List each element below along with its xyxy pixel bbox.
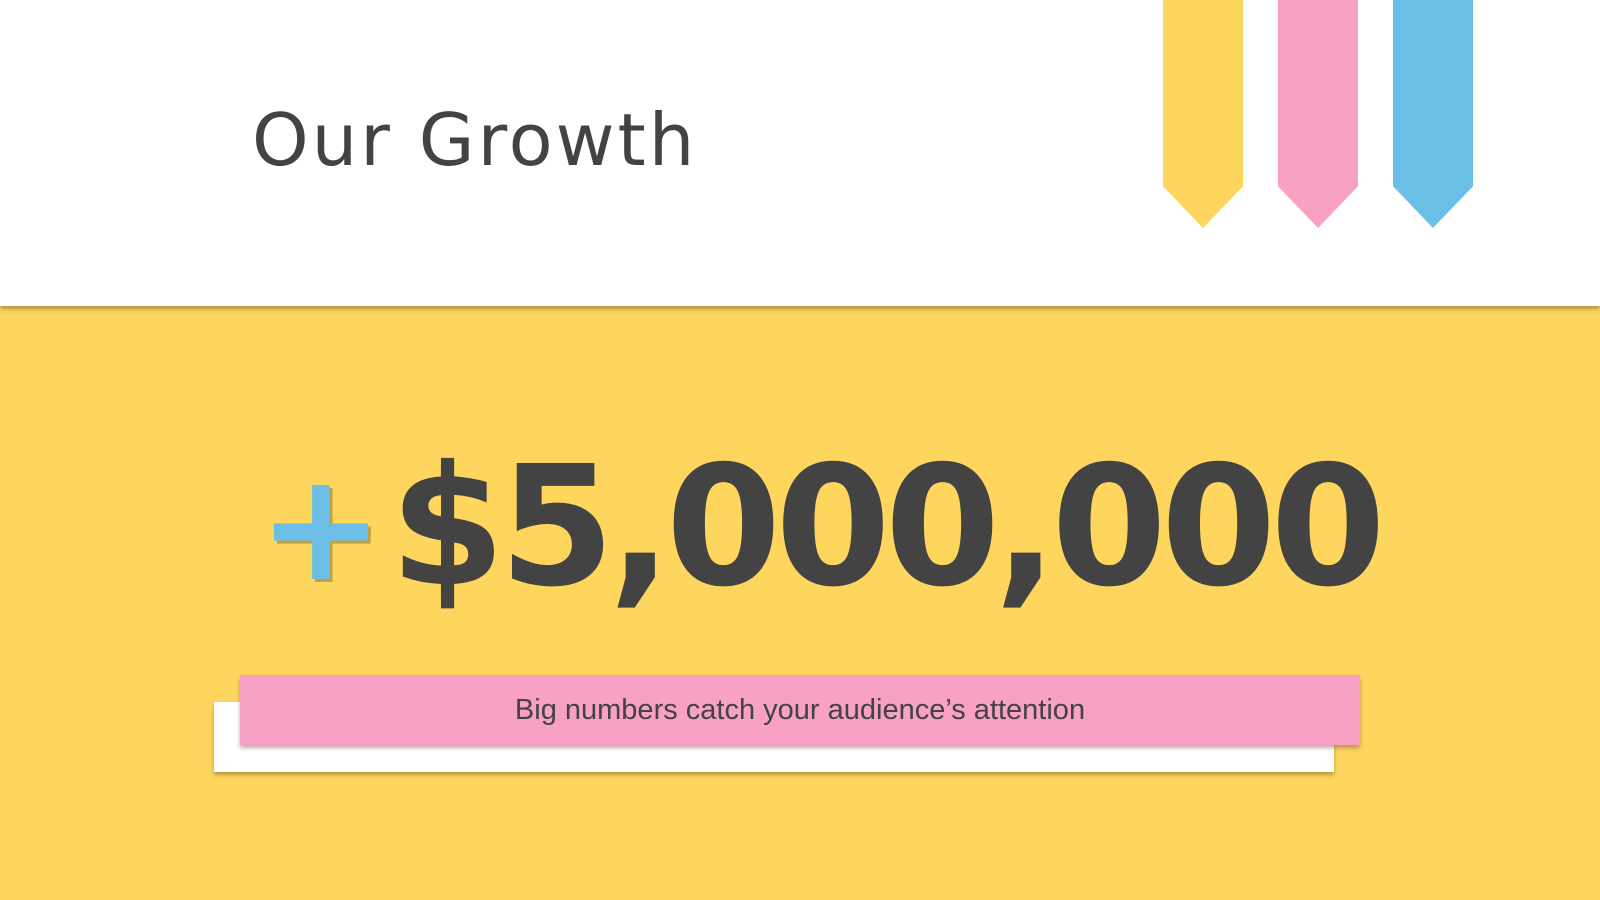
caption-banner: Big numbers catch your audience’s attent… — [240, 675, 1360, 745]
amount-value: $5,000,000 — [389, 431, 1386, 624]
plus-sign: + — [258, 441, 384, 615]
ribbon-bookmark-yellow — [1163, 0, 1243, 228]
slide: Our Growth + $5,000,000 Big numbers catc… — [0, 0, 1600, 900]
header-band: Our Growth — [0, 0, 1600, 306]
ribbon-bookmark-blue — [1393, 0, 1473, 228]
caption-text: Big numbers catch your audience’s attent… — [514, 693, 1086, 726]
ribbon-bookmark-pink — [1278, 0, 1358, 228]
big-number: + $5,000,000 — [258, 428, 1386, 628]
slide-title: Our Growth — [252, 98, 698, 182]
